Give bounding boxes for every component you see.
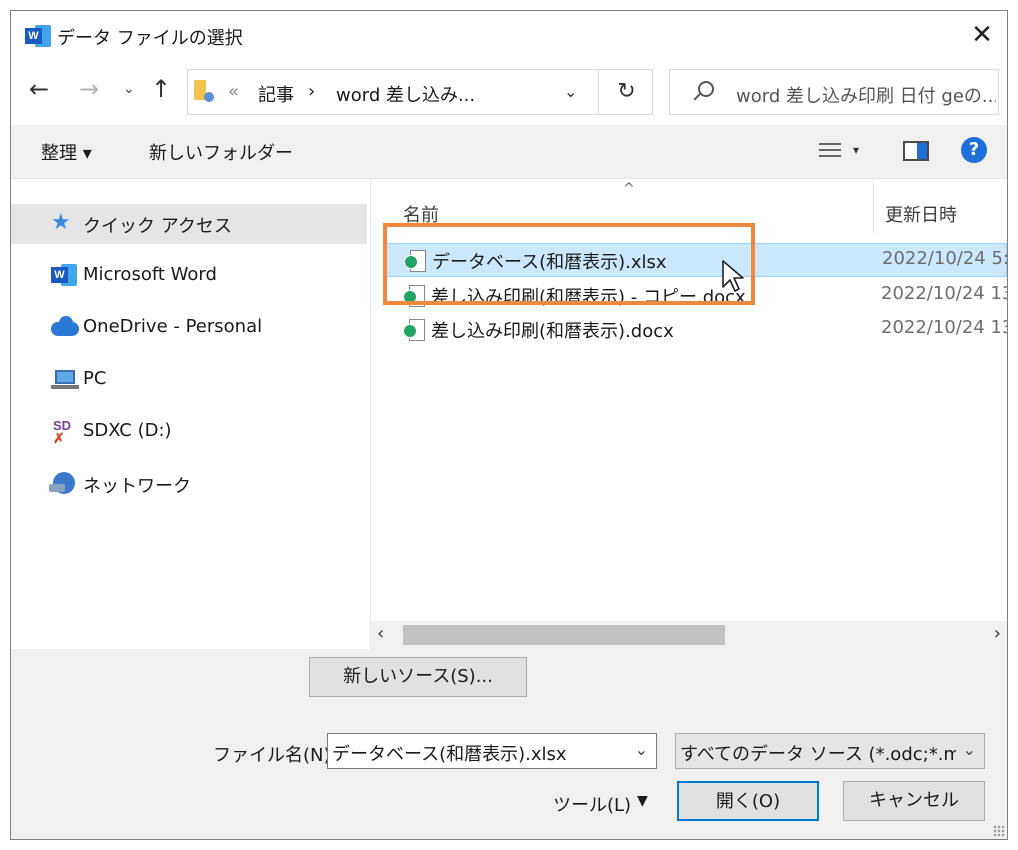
star-icon: ★ (51, 210, 71, 235)
file-row-xlsx[interactable]: データベース(和暦表示).xlsx 2022/10/24 5:1 (385, 243, 1007, 277)
preview-pane-icon[interactable] (903, 141, 929, 161)
navigation-bar: ← → ⌄ ↑ « 記事 › word 差し込み... ⌄ ↻ word 差し込… (11, 61, 1007, 125)
resize-grip-icon[interactable] (993, 825, 1005, 837)
pc-icon (51, 368, 79, 392)
filename-input[interactable]: データベース(和暦表示).xlsx (332, 740, 567, 766)
address-dropdown-icon[interactable]: ⌄ (564, 82, 577, 101)
nav-item-onedrive[interactable]: OneDrive - Personal (11, 308, 367, 348)
nav-item-label: OneDrive - Personal (83, 316, 263, 337)
nav-item-network[interactable]: ネットワーク (11, 464, 367, 504)
file-date: 2022/10/24 13 (881, 283, 1007, 304)
file-name: 差し込み印刷(和暦表示) - コピー.docx (431, 287, 746, 308)
chevron-down-icon[interactable]: ⌄ (963, 740, 976, 759)
nav-item-label: PC (83, 368, 107, 389)
nav-item-quick-access[interactable]: ★ クイック アクセス (11, 204, 367, 244)
file-row-docx-copy[interactable]: 差し込み印刷(和暦表示) - コピー.docx 2022/10/24 13 (385, 279, 1007, 313)
file-name: 差し込み印刷(和暦表示).docx (431, 321, 674, 342)
file-dialog: W データ ファイルの選択 ✕ ← → ⌄ ↑ « 記事 › word 差し込み… (10, 10, 1008, 840)
navigation-pane: ★ クイック アクセス W Microsoft Word OneDrive - … (11, 179, 371, 649)
file-date: 2022/10/24 5:1 (882, 248, 1007, 269)
breadcrumb-item-current[interactable]: word 差し込み... (336, 81, 475, 107)
excel-file-icon (404, 250, 426, 272)
file-date: 2022/10/24 13 (881, 317, 1007, 338)
tools-dropdown-icon[interactable]: ▼ (637, 793, 648, 809)
column-header-modified[interactable]: 更新日時 (885, 201, 957, 227)
search-icon (692, 81, 714, 103)
column-divider[interactable] (873, 179, 874, 233)
mouse-cursor-icon (722, 260, 744, 292)
horizontal-scrollbar[interactable]: ‹ › (371, 621, 1007, 649)
chevron-down-icon[interactable]: ⌄ (635, 740, 648, 759)
cloud-icon (51, 316, 79, 340)
filename-label: ファイル名(N): (213, 745, 337, 766)
sd-card-icon: SD ✗ (53, 418, 72, 446)
breadcrumb-overflow[interactable]: « (228, 81, 239, 102)
command-bar: 整理 ▾ 新しいフォルダー ▾ ? (11, 125, 1007, 179)
refresh-button[interactable]: ↻ (598, 70, 654, 114)
nav-item-label: ネットワーク (83, 476, 191, 497)
word-icon: W (51, 264, 77, 288)
dialog-title: データ ファイルの選択 (57, 28, 243, 49)
forward-button[interactable]: → (79, 75, 99, 103)
breadcrumb-item[interactable]: 記事 (258, 81, 294, 107)
nav-item-pc[interactable]: PC (11, 360, 367, 400)
organize-button[interactable]: 整理 ▾ (41, 139, 92, 165)
view-dropdown-icon[interactable]: ▾ (853, 143, 859, 157)
nav-item-sdxc[interactable]: SD ✗ SDXC (D:) (11, 412, 367, 452)
nav-item-label: クイック アクセス (83, 216, 232, 237)
back-button[interactable]: ← (29, 75, 49, 103)
user-folder-icon (194, 80, 214, 104)
nav-item-label: SDXC (D:) (83, 420, 172, 441)
scroll-right-icon[interactable]: › (994, 623, 1001, 644)
cancel-button[interactable]: キャンセル (843, 781, 985, 821)
nav-item-label: Microsoft Word (83, 264, 217, 285)
tools-button[interactable]: ツール(L) (553, 791, 631, 817)
breadcrumb-separator[interactable]: › (308, 81, 315, 102)
file-row-docx[interactable]: 差し込み印刷(和暦表示).docx 2022/10/24 13 (385, 313, 1007, 347)
title-bar: W データ ファイルの選択 ✕ (11, 11, 1007, 61)
scroll-left-icon[interactable]: ‹ (377, 623, 384, 644)
filename-combo[interactable]: データベース(和暦表示).xlsx ⌄ (327, 733, 657, 769)
word-file-icon (403, 285, 425, 307)
word-app-icon: W (25, 25, 51, 47)
file-name: データベース(和暦表示).xlsx (432, 252, 667, 273)
help-icon[interactable]: ? (961, 137, 987, 163)
filetype-value: すべてのデータ ソース (*.odc;*.mdb; (680, 744, 956, 765)
nav-item-microsoft-word[interactable]: W Microsoft Word (11, 256, 367, 296)
open-button[interactable]: 開く(O) (677, 781, 819, 821)
up-button[interactable]: ↑ (151, 75, 171, 103)
word-file-icon (403, 319, 425, 341)
column-header-name[interactable]: 名前 (403, 201, 439, 227)
search-input[interactable]: word 差し込み印刷 日付 geの... (736, 82, 996, 108)
new-folder-button[interactable]: 新しいフォルダー (149, 139, 293, 165)
recent-locations-icon[interactable]: ⌄ (123, 81, 135, 97)
address-bar[interactable]: « 記事 › word 差し込み... ⌄ ↻ (187, 69, 653, 115)
file-list: ^ 名前 更新日時 データベース(和暦表示).xlsx 2022/10/24 5… (371, 179, 1007, 649)
view-details-icon[interactable] (819, 141, 841, 161)
close-button[interactable]: ✕ (957, 11, 1007, 61)
new-source-button[interactable]: 新しいソース(S)... (309, 657, 527, 697)
search-box[interactable]: word 差し込み印刷 日付 geの... (669, 69, 999, 115)
filetype-select[interactable]: すべてのデータ ソース (*.odc;*.mdb; ⌄ (675, 733, 985, 769)
network-icon (49, 472, 77, 496)
scroll-thumb[interactable] (403, 625, 725, 645)
sort-indicator-icon: ^ (623, 181, 635, 197)
